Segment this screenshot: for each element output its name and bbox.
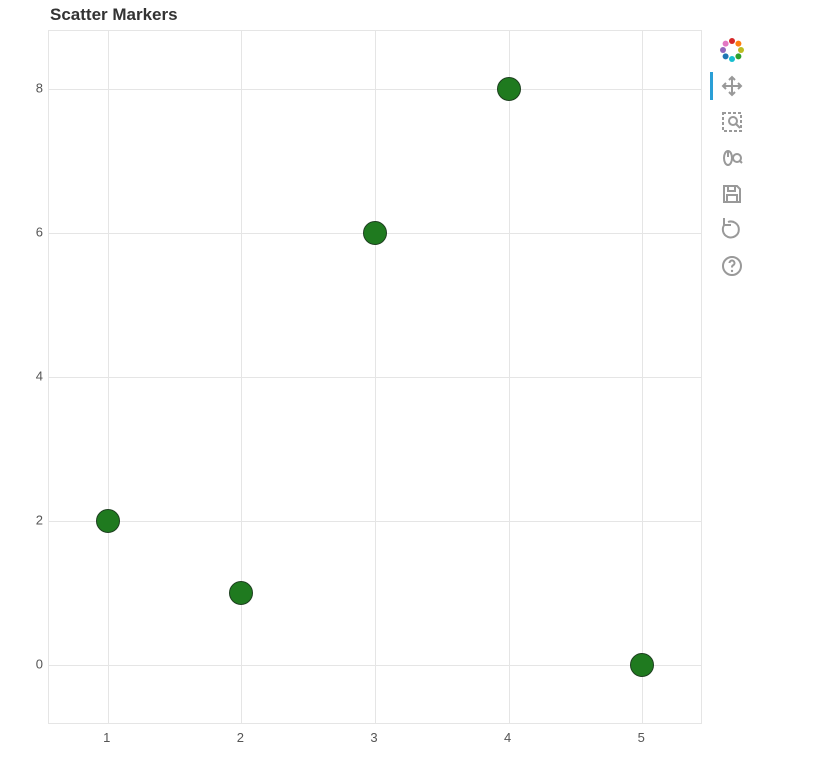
y-tick-label: 0 [25, 657, 43, 672]
x-tick-label: 4 [504, 730, 511, 745]
plot-area[interactable] [48, 30, 702, 724]
reset-icon [720, 218, 744, 242]
y-tick-label: 6 [25, 224, 43, 239]
plot-toolbar [712, 30, 752, 286]
x-tick-label: 2 [237, 730, 244, 745]
gridline-horizontal [49, 665, 701, 666]
scatter-marker [96, 509, 120, 533]
pan-tool[interactable] [716, 70, 748, 102]
wheel-zoom-tool[interactable] [716, 142, 748, 174]
save-icon [720, 182, 744, 206]
gridline-horizontal [49, 89, 701, 90]
scatter-marker [229, 581, 253, 605]
bokeh-logo-icon[interactable] [716, 34, 748, 66]
help-icon [720, 254, 744, 278]
scatter-marker [630, 653, 654, 677]
gridline-horizontal [49, 521, 701, 522]
reset-tool[interactable] [716, 214, 748, 246]
box-zoom-icon [720, 110, 744, 134]
scatter-marker [363, 221, 387, 245]
help-tool[interactable] [716, 250, 748, 282]
wheel-zoom-icon [720, 146, 744, 170]
y-tick-label: 8 [25, 80, 43, 95]
x-tick-label: 3 [370, 730, 377, 745]
gridline-horizontal [49, 377, 701, 378]
y-tick-label: 2 [25, 513, 43, 528]
save-tool[interactable] [716, 178, 748, 210]
chart-title: Scatter Markers [50, 5, 178, 25]
y-tick-label: 4 [25, 369, 43, 384]
x-tick-label: 1 [103, 730, 110, 745]
box-zoom-tool[interactable] [716, 106, 748, 138]
x-tick-label: 5 [638, 730, 645, 745]
move-icon [720, 74, 744, 98]
scatter-marker [497, 77, 521, 101]
chart-stage: Scatter Markers [0, 0, 814, 769]
